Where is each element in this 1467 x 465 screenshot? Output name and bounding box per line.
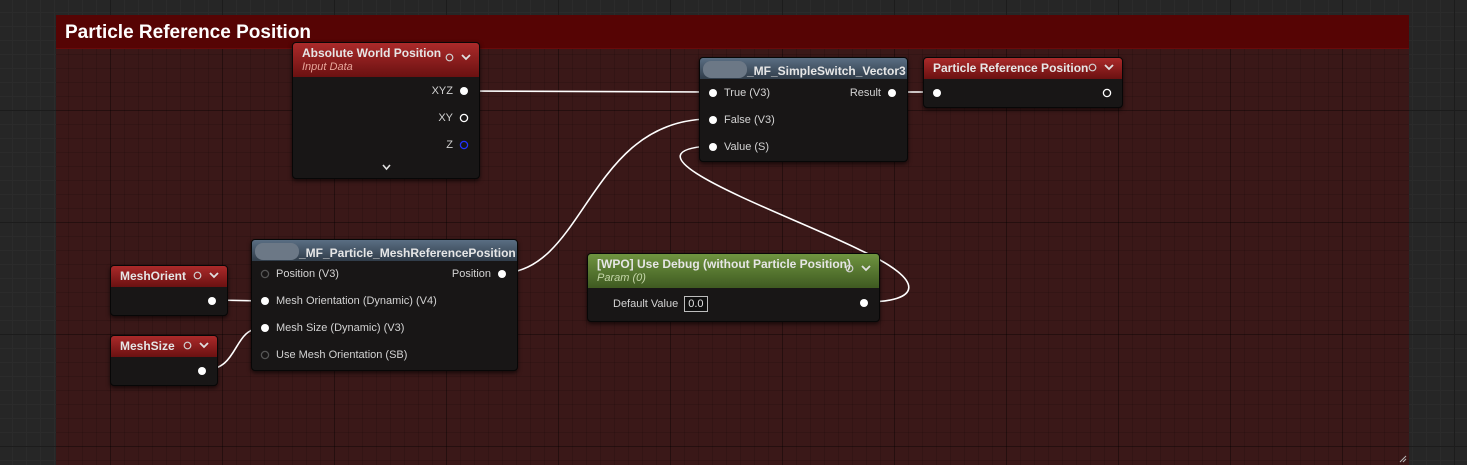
node-title: MeshOrient — [120, 269, 187, 283]
chevron-down-icon[interactable] — [861, 265, 871, 272]
pin-hollow-icon[interactable] — [260, 350, 270, 360]
preview-dot-icon[interactable] — [445, 53, 454, 62]
node-title: Absolute World Position — [302, 46, 442, 60]
pin-label: Position — [451, 268, 491, 280]
preview-dot-icon[interactable] — [1088, 63, 1097, 72]
pin-filled-icon[interactable] — [197, 366, 207, 376]
pin-hollow-icon[interactable] — [459, 113, 469, 123]
pin-label: Mesh Orientation (Dynamic) (V4) — [276, 295, 437, 307]
node-title: MeshSize — [120, 339, 175, 353]
node-header[interactable]: Absolute World Position Input Data — [293, 43, 479, 77]
mesh-size-node[interactable]: MeshSize — [110, 335, 218, 386]
input-pin-position[interactable]: Position (V3) — [260, 268, 339, 280]
output-pin-xyz[interactable]: XYZ — [432, 85, 469, 97]
expand-chevron-icon[interactable] — [382, 164, 391, 171]
mesh-orient-node[interactable]: MeshOrient — [110, 265, 228, 316]
node-header[interactable]: MeshOrient — [111, 266, 227, 287]
pin-label: Result — [849, 87, 881, 99]
pin-filled-icon[interactable] — [497, 269, 507, 279]
simple-switch-node[interactable]: _MF_SimpleSwitch_Vector3 True (V3) False… — [699, 57, 908, 162]
default-value-row: Default Value 0.0 — [613, 296, 708, 312]
node-header[interactable]: [WPO] Use Debug (without Particle Positi… — [588, 254, 879, 288]
comment-header[interactable]: Particle Reference Position — [56, 15, 1409, 49]
input-pin-false[interactable]: False (V3) — [708, 114, 775, 126]
node-title: [WPO] Use Debug (without Particle Positi… — [597, 257, 852, 271]
pin-filled-icon[interactable] — [260, 296, 270, 306]
preview-dot-icon[interactable] — [183, 341, 192, 350]
pin-filled-icon[interactable] — [708, 142, 718, 152]
pin-filled-icon[interactable] — [859, 298, 869, 308]
chevron-down-icon[interactable] — [209, 272, 219, 279]
pin-filled-icon[interactable] — [708, 88, 718, 98]
input-pin-mesh-size[interactable]: Mesh Size (Dynamic) (V3) — [260, 322, 404, 334]
default-value-field[interactable]: 0.0 — [684, 296, 708, 312]
default-value-label: Default Value — [613, 298, 679, 310]
pin-label: Use Mesh Orientation (SB) — [276, 349, 408, 361]
node-subtitle: Param (0) — [597, 272, 646, 284]
pin-hollow-icon[interactable] — [1102, 88, 1112, 98]
comment-title: Particle Reference Position — [65, 22, 312, 43]
node-subtitle: Input Data — [302, 61, 353, 73]
pin-hollow-icon[interactable] — [459, 140, 469, 150]
output-pin-xy[interactable]: XY — [438, 112, 469, 124]
node-header[interactable]: _MF_Particle_MeshReferencePosition — [252, 240, 517, 261]
pin-label: Mesh Size (Dynamic) (V3) — [276, 322, 405, 334]
pin-label: XY — [438, 112, 453, 124]
redacted-prefix — [703, 61, 747, 78]
resize-grip-icon[interactable] — [1399, 455, 1407, 463]
chevron-down-icon[interactable] — [461, 54, 471, 61]
node-title: Particle Reference Position — [933, 61, 1089, 75]
pin-filled-icon[interactable] — [260, 323, 270, 333]
input-pin-value[interactable]: Value (S) — [708, 141, 769, 153]
pin-label: Value (S) — [724, 141, 770, 153]
output-pin-z[interactable]: Z — [446, 139, 469, 151]
chevron-down-icon[interactable] — [1104, 64, 1114, 71]
preview-dot-icon[interactable] — [845, 264, 854, 273]
pin-filled-icon[interactable] — [207, 296, 217, 306]
particle-reference-position-node[interactable]: Particle Reference Position — [923, 57, 1123, 108]
input-pin-mesh-orientation[interactable]: Mesh Orientation (Dynamic) (V4) — [260, 295, 437, 307]
pin-filled-icon[interactable] — [887, 88, 897, 98]
pin-filled-icon[interactable] — [708, 115, 718, 125]
input-pin-use-mesh-orientation[interactable]: Use Mesh Orientation (SB) — [260, 349, 407, 361]
output-pin-position[interactable]: Position — [452, 268, 507, 280]
pin-hollow-icon[interactable] — [260, 269, 270, 279]
pin-filled-icon[interactable] — [459, 86, 469, 96]
pin-label: Position (V3) — [276, 268, 339, 280]
use-debug-node[interactable]: [WPO] Use Debug (without Particle Positi… — [587, 253, 880, 322]
absolute-world-position-node[interactable]: Absolute World Position Input Data XYZ X… — [292, 42, 480, 179]
input-pin-true[interactable]: True (V3) — [708, 87, 770, 99]
pin-label: XYZ — [431, 85, 453, 97]
redacted-prefix — [255, 243, 299, 260]
chevron-down-icon[interactable] — [199, 342, 209, 349]
output-pin-result[interactable]: Result — [850, 87, 897, 99]
pin-label: False (V3) — [724, 114, 775, 126]
preview-dot-icon[interactable] — [193, 271, 202, 280]
pin-label: Z — [446, 139, 453, 151]
mesh-reference-position-node[interactable]: _MF_Particle_MeshReferencePosition Posit… — [251, 239, 518, 371]
pin-label: True (V3) — [724, 87, 771, 99]
node-title: _MF_Particle_MeshReferencePosition — [299, 246, 516, 260]
node-title: _MF_SimpleSwitch_Vector3 — [747, 64, 906, 78]
node-header[interactable]: MeshSize — [111, 336, 217, 357]
node-header[interactable]: Particle Reference Position — [924, 58, 1122, 79]
pin-filled-icon[interactable] — [932, 88, 942, 98]
node-header[interactable]: _MF_SimpleSwitch_Vector3 — [700, 58, 907, 79]
